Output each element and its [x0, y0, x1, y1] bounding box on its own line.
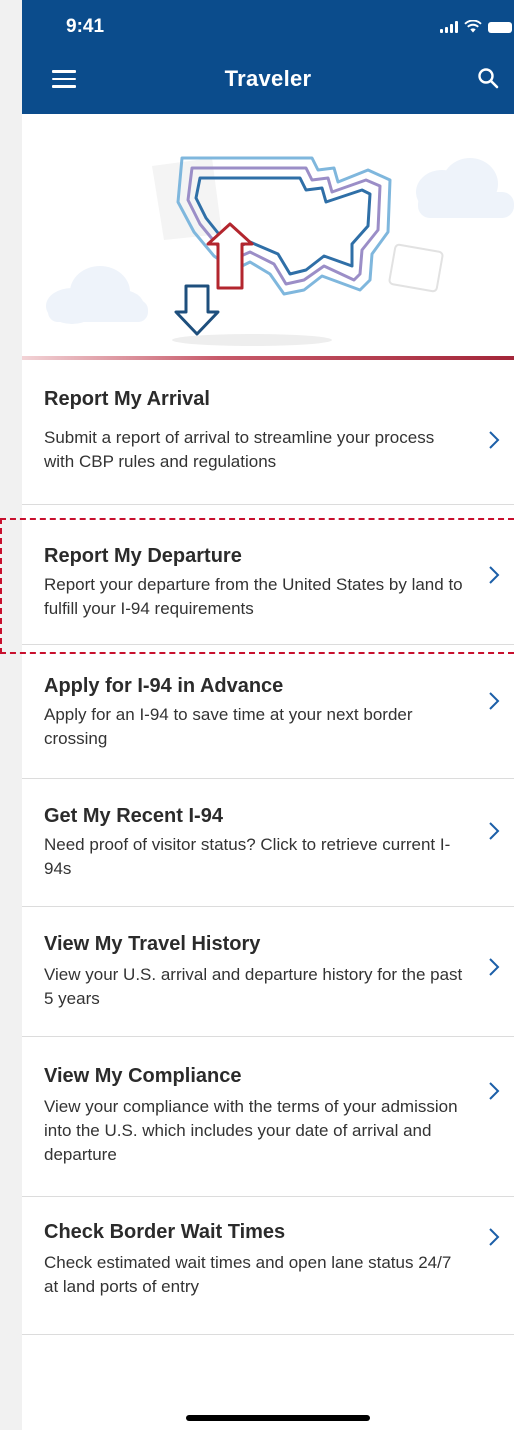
- item-description: View your compliance with the terms of y…: [44, 1097, 458, 1164]
- chevron-right-icon: [489, 958, 500, 976]
- item-description: Check estimated wait times and open lane…: [44, 1253, 452, 1296]
- chevron-right-icon: [489, 1228, 500, 1246]
- chevron-right-icon: [489, 566, 500, 584]
- battery-icon: [488, 22, 512, 33]
- list-item-compliance[interactable]: View My Compliance View your compliance …: [22, 1037, 514, 1197]
- item-title: View My Travel History: [44, 933, 261, 955]
- item-description: Report your departure from the United St…: [44, 575, 463, 618]
- item-title: Report My Departure: [44, 545, 242, 567]
- status-time: 9:41: [66, 16, 105, 37]
- hero-illustration: [22, 114, 514, 356]
- home-indicator: [186, 1415, 370, 1421]
- item-title: View My Compliance: [44, 1065, 242, 1087]
- app-header: 9:41 Traveler: [22, 0, 514, 114]
- item-title: Apply for I-94 in Advance: [44, 675, 284, 697]
- phone-screen: 9:41 Traveler Report My Arrival Submit a…: [22, 0, 514, 1430]
- chevron-right-icon: [489, 692, 500, 710]
- chevron-right-icon: [489, 822, 500, 840]
- search-icon[interactable]: [476, 66, 500, 90]
- list-item-report-arrival[interactable]: Report My Arrival Submit a report of arr…: [22, 360, 514, 505]
- item-description: View your U.S. arrival and departure his…: [44, 965, 463, 1008]
- item-title: Check Border Wait Times: [44, 1221, 286, 1243]
- item-description: Need proof of visitor status? Click to r…: [44, 835, 451, 878]
- list-item-apply-i94[interactable]: Apply for I-94 in Advance Apply for an I…: [22, 645, 514, 779]
- list-item-report-departure[interactable]: Report My Departure Report your departur…: [22, 505, 514, 645]
- wifi-icon: [464, 20, 482, 33]
- list-item-recent-i94[interactable]: Get My Recent I-94 Need proof of visitor…: [22, 779, 514, 907]
- signal-icon: [440, 21, 458, 33]
- item-title: Report My Arrival: [44, 388, 210, 410]
- chevron-right-icon: [489, 1082, 500, 1100]
- us-map-illustration: [46, 156, 514, 346]
- status-icons: [440, 20, 512, 33]
- chevron-right-icon: [489, 431, 500, 449]
- page-title: Traveler: [224, 66, 312, 91]
- list-item-border-wait[interactable]: Check Border Wait Times Check estimated …: [22, 1197, 514, 1335]
- item-description: Apply for an I-94 to save time at your n…: [44, 705, 413, 748]
- item-description: Submit a report of arrival to streamline…: [44, 428, 435, 471]
- list-item-travel-history[interactable]: View My Travel History View your U.S. ar…: [22, 907, 514, 1037]
- item-title: Get My Recent I-94: [44, 805, 223, 827]
